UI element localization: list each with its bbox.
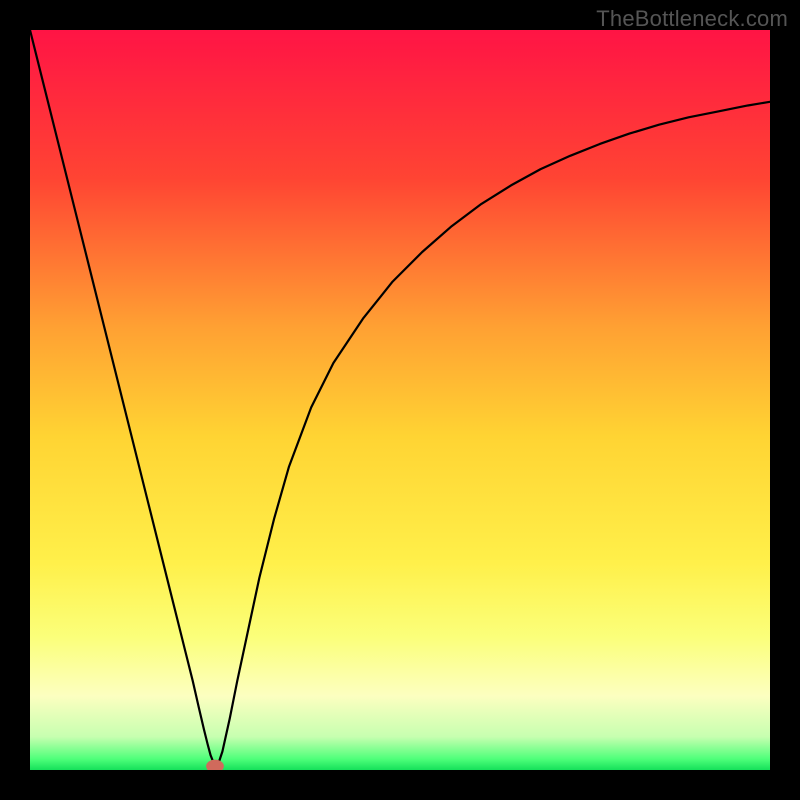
chart-svg <box>30 30 770 770</box>
gradient-background <box>30 30 770 770</box>
watermark-text: TheBottleneck.com <box>596 6 788 32</box>
chart-frame: TheBottleneck.com <box>0 0 800 800</box>
plot-area <box>30 30 770 770</box>
